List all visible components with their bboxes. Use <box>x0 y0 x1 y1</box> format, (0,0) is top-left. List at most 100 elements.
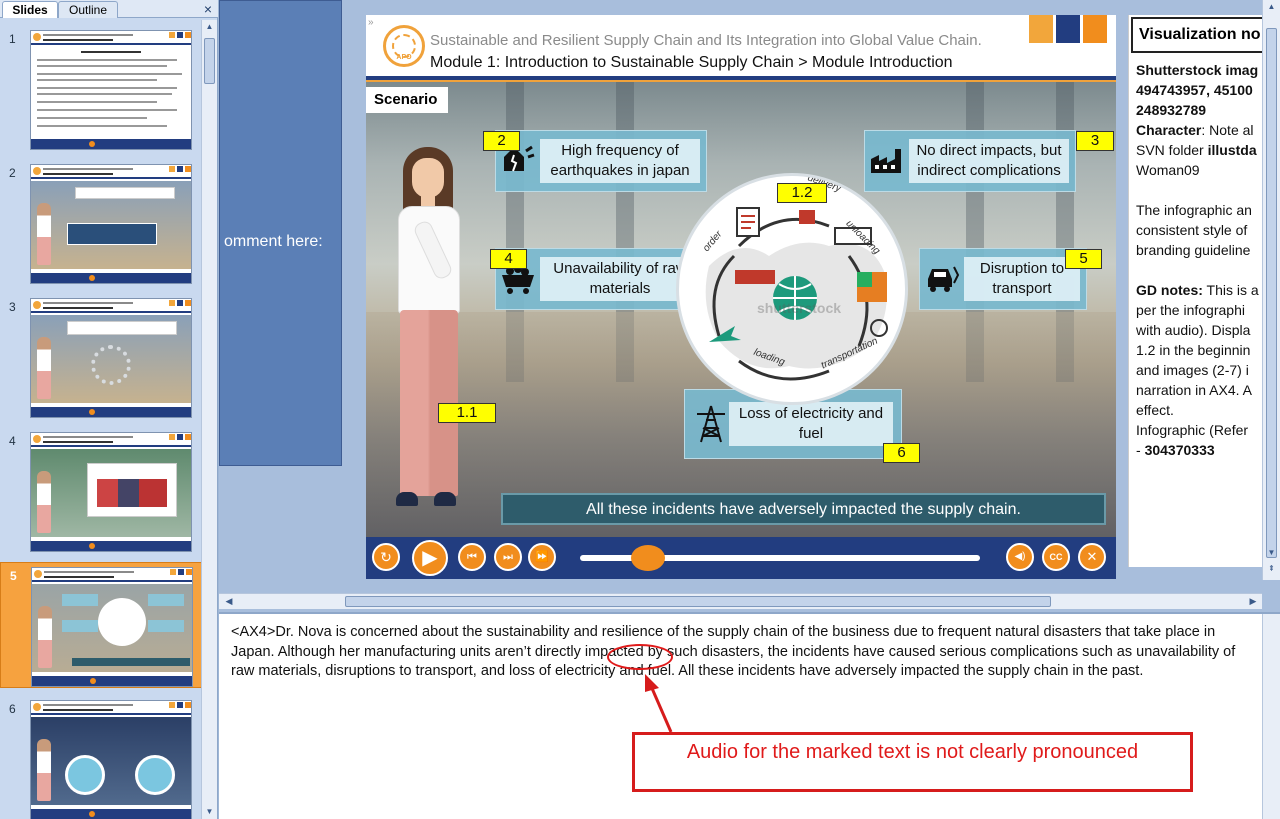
note-bold-text: GD notes: <box>1136 282 1203 298</box>
tag-3: 3 <box>1076 131 1114 151</box>
apo-logo: APO <box>383 25 425 67</box>
panel-text: High frequency of earthquakes in japan <box>550 142 690 179</box>
factory-icon <box>869 145 905 177</box>
visualization-note-line: Woman09 <box>1136 160 1200 180</box>
panel-text: Loss of electricity and fuel <box>738 405 884 442</box>
scroll-down-icon[interactable]: ▼ <box>1263 546 1280 560</box>
visualization-note-line: and images (2-7) i <box>1136 360 1249 380</box>
previous-button[interactable]: ⏮ <box>458 543 486 571</box>
marked-word-ellipse <box>607 644 673 670</box>
note-bold-text: 494743957, 45100 <box>1136 82 1253 98</box>
visualization-note-line: 1.2 in the beginnin <box>1136 340 1250 360</box>
tab-slides[interactable]: Slides <box>2 1 58 18</box>
visualization-note-line: Infographic (Refer <box>1136 420 1248 440</box>
brand-square-icon <box>1083 15 1107 43</box>
close-pane-icon[interactable]: × <box>204 1 212 17</box>
slides-scrollbar[interactable]: ▲ ▼ <box>201 20 217 819</box>
slide-thumbnail-1[interactable]: 1 <box>0 26 202 152</box>
note-bold-text: 248932789 <box>1136 102 1207 118</box>
slide-editing-area: omment here: » APO Sustainable and Resil… <box>219 0 1280 612</box>
note-text: effect. <box>1136 402 1174 418</box>
slide-horizontal-scrollbar[interactable]: ◀ ▶ <box>219 593 1262 609</box>
module-title: Module 1: Introduction to Sustainable Su… <box>430 54 953 71</box>
slides-pane: Slides Outline × 1 2 3 4 5 6 ▲ ▼ <box>0 0 218 819</box>
slide-number: 3 <box>9 300 16 314</box>
player-controls: ↻ ▶ ⏮ ⏭ ⏩ ◀) CC ✕ <box>366 537 1116 579</box>
note-text: The infographic an <box>1136 202 1252 218</box>
tag-6: 6 <box>883 443 920 463</box>
tab-outline[interactable]: Outline <box>58 1 118 18</box>
note-text: This is a <box>1202 282 1259 298</box>
visualization-note-line: Character: Note al <box>1136 120 1254 140</box>
brand-square-icon <box>1056 15 1080 43</box>
slide-preview <box>30 432 192 552</box>
play-button[interactable]: ▶ <box>412 540 448 576</box>
note-bold-text: Character <box>1136 122 1202 138</box>
collapse-icon[interactable]: » <box>368 17 374 28</box>
fast-forward-button[interactable]: ⏩ <box>528 543 556 571</box>
scroll-left-icon[interactable]: ◀ <box>221 594 237 609</box>
course-title: Sustainable and Resilient Supply Chain a… <box>430 32 982 49</box>
comment-placeholder[interactable]: omment here: <box>219 0 342 466</box>
slide-thumbnail-2[interactable]: 2 <box>0 160 202 286</box>
visualization-note-line: Shutterstock imag <box>1136 60 1258 80</box>
next-button[interactable]: ⏭ <box>494 543 522 571</box>
visualization-notes: Visualization no Shutterstock imag 494743… <box>1128 15 1262 567</box>
scroll-thumb[interactable] <box>1266 28 1277 558</box>
visualization-note-line: 494743957, 45100 <box>1136 80 1253 100</box>
thumbnail-list: 1 2 3 4 5 6 <box>0 20 202 819</box>
note-text: Infographic (Refer <box>1136 422 1249 438</box>
slide-thumbnail-3[interactable]: 3 <box>0 294 202 420</box>
note-text: branding guideline <box>1136 242 1251 258</box>
scroll-thumb[interactable] <box>204 38 215 84</box>
scenario-label: Scenario <box>366 87 448 113</box>
summary-banner: All these incidents have adversely impac… <box>501 493 1106 525</box>
supply-chain-infographic: delivery order unloading loading transpo… <box>676 173 908 405</box>
slide-number: 1 <box>9 32 16 46</box>
note-bold-text: 304370333 <box>1144 442 1215 458</box>
info-panel-transport: Disruption to transport <box>919 248 1087 310</box>
scroll-thumb[interactable] <box>345 596 1051 607</box>
note-text: consistent style of <box>1136 222 1248 238</box>
scroll-right-icon[interactable]: ▶ <box>1245 594 1261 609</box>
visualization-note-line: The infographic an <box>1136 200 1252 220</box>
slide-canvas[interactable]: » APO Sustainable and Resilient Supply C… <box>366 15 1116 579</box>
note-text: : Note al <box>1201 122 1254 138</box>
slide-vertical-scrollbar[interactable]: ▲ ▼ ⇞ <box>1262 0 1280 580</box>
replay-button[interactable]: ↻ <box>372 543 400 571</box>
note-text: and images (2-7) i <box>1136 362 1249 378</box>
note-text: - <box>1136 442 1145 458</box>
scroll-up-icon[interactable]: ▲ <box>1263 0 1280 14</box>
tag-4: 4 <box>490 249 527 269</box>
logo-text: APO <box>396 54 412 61</box>
slide-thumbnail-4[interactable]: 4 <box>0 428 202 554</box>
captions-button[interactable]: CC <box>1042 543 1070 571</box>
tag-5: 5 <box>1065 249 1102 269</box>
scroll-down-icon[interactable]: ▼ <box>202 805 217 819</box>
visualization-notes-title: Visualization no <box>1131 17 1262 53</box>
tag-1-1: 1.1 <box>438 403 496 423</box>
panel-text: No direct impacts, but indirect complica… <box>916 142 1062 179</box>
visualization-note-line: consistent style of <box>1136 220 1247 240</box>
note-text: SVN folder <box>1136 142 1208 158</box>
speaker-notes-pane[interactable]: <AX4>Dr. Nova is concerned about the sus… <box>219 612 1280 819</box>
slide-thumbnail-5[interactable]: 5 <box>0 562 202 688</box>
slide-preview <box>30 30 192 150</box>
slide-preview <box>30 298 192 418</box>
slide-number: 2 <box>9 166 16 180</box>
note-text: narration in AX4. A <box>1136 382 1252 398</box>
speaker-notes-text[interactable]: <AX4>Dr. Nova is concerned about the sus… <box>231 623 1251 682</box>
scroll-up-icon[interactable]: ▲ <box>202 20 217 34</box>
notes-scrollbar[interactable] <box>1262 614 1280 819</box>
volume-button[interactable]: ◀) <box>1006 543 1034 571</box>
slide-preview <box>30 700 192 819</box>
slide-number: 6 <box>9 702 16 716</box>
factory-background: Scenario High frequency of earthquakes i… <box>366 82 1116 537</box>
visualization-note-line: - 304370333 <box>1136 440 1215 460</box>
prev-slide-icon[interactable]: ⇞ <box>1263 562 1280 576</box>
seek-knob[interactable] <box>631 545 665 571</box>
exit-button[interactable]: ✕ <box>1078 543 1106 571</box>
slide-thumbnail-6[interactable]: 6 <box>0 696 202 819</box>
visualization-note-line: branding guideline <box>1136 240 1250 260</box>
slide-number: 4 <box>9 434 16 448</box>
